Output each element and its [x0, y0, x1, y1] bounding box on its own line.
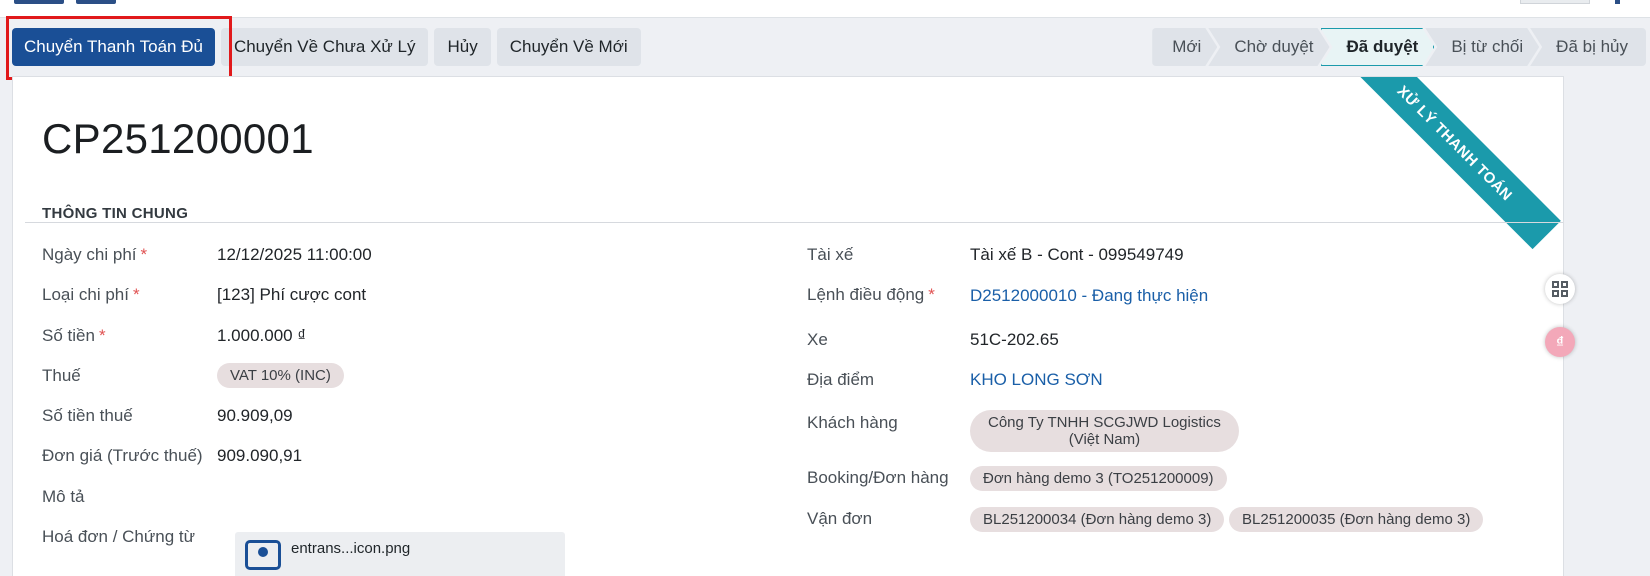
- grid-icon[interactable]: [1545, 274, 1575, 304]
- dispatch-link[interactable]: D2512000010 - Đang thực hiện: [970, 286, 1208, 306]
- label-vehicle: Xe: [807, 330, 828, 349]
- value-amount[interactable]: 1.000.000 ₫: [217, 326, 306, 346]
- section-title: THÔNG TIN CHUNG: [42, 205, 189, 222]
- label-dispatch: Lệnh điều động *: [807, 285, 935, 304]
- label-booking: Booking/Đơn hàng: [807, 468, 949, 487]
- label-unit-price: Đơn giá (Trước thuế): [42, 446, 203, 465]
- label-bill: Vận đơn: [807, 509, 873, 528]
- value-type[interactable]: [123] Phí cược cont: [217, 285, 366, 305]
- customer-name-line2: (Việt Nam): [1068, 431, 1141, 448]
- top-toolbar-strip: [0, 0, 1650, 18]
- cancel-button[interactable]: Hủy: [434, 28, 491, 66]
- stage-rejected[interactable]: Bị từ chối: [1425, 28, 1539, 66]
- value-driver[interactable]: Tài xế B - Cont - 099549749: [970, 245, 1184, 265]
- label-tax-amount: Số tiền thuế: [42, 406, 133, 425]
- tax-tag[interactable]: VAT 10% (INC): [217, 363, 344, 388]
- label-type: Loại chi phí *: [42, 285, 140, 304]
- value-vehicle[interactable]: 51C-202.65: [970, 330, 1059, 350]
- highlight-box: [6, 16, 232, 80]
- toolbar-button-new[interactable]: [14, 0, 64, 4]
- label-invoice: Hoá đơn / Chứng từ: [42, 527, 195, 546]
- bill-tag[interactable]: BL251200034 (Đơn hàng demo 3): [970, 507, 1225, 532]
- status-ribbon: XỬ LÝ THANH TOÁN: [1348, 77, 1561, 250]
- label-amount: Số tiền *: [42, 326, 106, 345]
- form-sheet: XỬ LÝ THANH TOÁN CP251200001 THÔNG TIN C…: [12, 76, 1564, 576]
- stage-new[interactable]: Mới: [1152, 28, 1217, 66]
- stage-cancelled[interactable]: Đã bị hủy: [1530, 28, 1646, 66]
- currency-badge[interactable]: ₫: [1545, 327, 1575, 357]
- page-title: CP251200001: [42, 115, 314, 162]
- location-link[interactable]: KHO LONG SƠN: [970, 370, 1103, 390]
- toolbar-button-next[interactable]: [1615, 0, 1620, 4]
- label-description: Mô tả: [42, 487, 85, 506]
- revert-new-button[interactable]: Chuyển Về Mới: [496, 28, 641, 66]
- customer-name-line1: Công Ty TNHH SCGJWD Logistics: [988, 414, 1221, 431]
- invoice-attachment[interactable]: entrans...icon.png: [235, 532, 565, 576]
- customer-tag[interactable]: Công Ty TNHH SCGJWD Logistics (Việt Nam): [970, 410, 1239, 452]
- stage-pending[interactable]: Chờ duyệt: [1208, 28, 1329, 66]
- stage-approved[interactable]: Đã duyệt: [1321, 28, 1435, 66]
- toolbar-pager[interactable]: [1520, 0, 1590, 4]
- label-location: Địa điểm: [807, 370, 875, 389]
- attachment-filename[interactable]: entrans...icon.png: [291, 540, 410, 557]
- value-tax-amount[interactable]: 90.909,09: [217, 406, 293, 426]
- section-divider: [25, 222, 1563, 223]
- revert-unprocessed-button[interactable]: Chuyển Về Chưa Xử Lý: [220, 28, 429, 66]
- value-unit-price[interactable]: 909.090,91: [217, 446, 302, 466]
- label-tax: Thuế: [42, 366, 81, 385]
- toolbar-button-upload[interactable]: [76, 0, 116, 4]
- bill-tag[interactable]: BL251200035 (Đơn hàng demo 3): [1229, 507, 1484, 532]
- image-file-icon: [245, 540, 281, 570]
- label-date: Ngày chi phí *: [42, 245, 148, 264]
- label-customer: Khách hàng: [807, 413, 898, 432]
- booking-tag[interactable]: Đơn hàng demo 3 (TO251200009): [970, 466, 1227, 491]
- value-date[interactable]: 12/12/2025 11:00:00: [217, 245, 372, 265]
- action-bar: Chuyển Thanh Toán Đủ Chuyển Về Chưa Xử L…: [0, 18, 1650, 76]
- label-driver: Tài xế: [807, 245, 854, 264]
- status-bar: Mới Chờ duyệt Đã duyệt Bị từ chối Đã bị …: [1152, 28, 1646, 66]
